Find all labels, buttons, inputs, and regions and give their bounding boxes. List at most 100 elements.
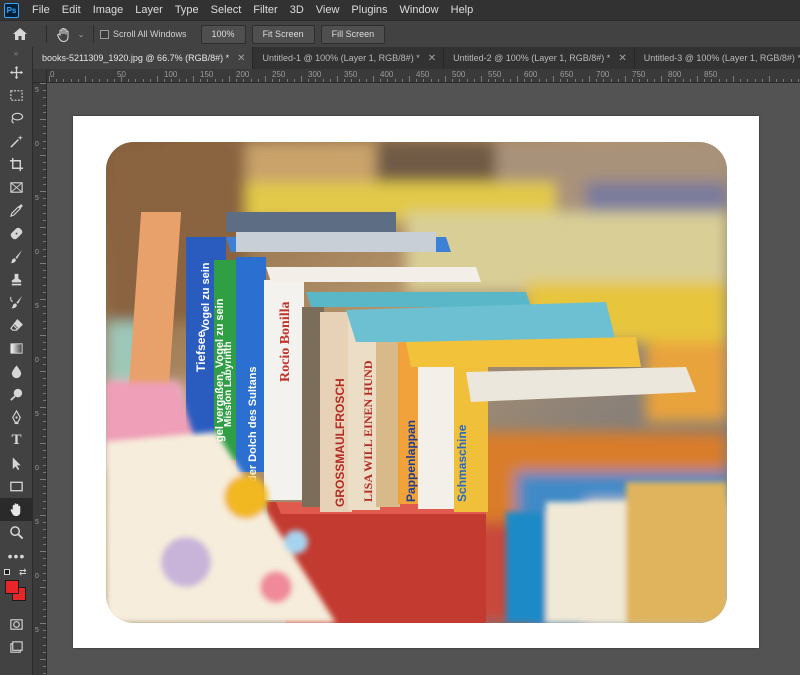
menu-image[interactable]: Image [87,0,130,20]
dodge-icon[interactable] [0,383,33,406]
ruler-tick [40,623,46,624]
brush-icon[interactable] [0,245,33,268]
ruler-tick [315,79,317,82]
ruler-label: 550 [488,70,502,79]
frame-icon[interactable] [0,176,33,199]
ruler-tick [365,79,367,82]
menu-view[interactable]: View [310,0,346,20]
marquee-icon[interactable] [0,84,33,107]
menu-type[interactable]: Type [169,0,205,20]
horizontal-ruler[interactable]: 0 50 100 150 200 250 300 350 400 450 500… [47,69,800,83]
clone-stamp-icon[interactable] [0,268,33,291]
ruler-tick [373,76,374,82]
menu-3d[interactable]: 3D [284,0,310,20]
ruler-tick [43,630,46,632]
foreground-color-swatch[interactable] [5,580,19,594]
ruler-label: 0 [35,465,39,472]
hand-icon[interactable] [0,498,33,521]
ruler-tick [185,79,187,82]
menu-edit[interactable]: Edit [56,0,87,20]
ruler-tick [740,79,742,82]
ruler-tick [40,659,46,660]
spine-text: Vogel zu sein [200,262,212,332]
menu-help[interactable]: Help [445,0,480,20]
ruler-tick [43,435,46,437]
type-icon[interactable]: T [0,429,33,452]
path-selection-icon[interactable] [0,452,33,475]
gradient-icon[interactable] [0,337,33,360]
vertical-ruler[interactable]: 5 0 5 0 5 0 5 0 5 0 5 [33,83,47,675]
ruler-tick [43,579,46,581]
home-icon[interactable] [0,27,40,41]
menu-layer[interactable]: Layer [129,0,169,20]
ruler-tick [769,76,770,82]
photoshop-logo[interactable]: Ps [4,2,19,18]
tab-books[interactable]: books-5211309_1920.jpg @ 66.7% (RGB/8#) … [33,47,254,69]
menu-select[interactable]: Select [205,0,248,20]
ruler-label: 0 [50,70,55,79]
default-colors-icon[interactable] [4,569,10,575]
ruler-tick [581,79,583,82]
ruler-tick [401,79,403,82]
zoom-100-button[interactable]: 100% [200,24,246,44]
ruler-tick [380,79,382,82]
more-tools-icon[interactable]: ••• [0,544,33,567]
separator [93,25,94,43]
fit-screen-button[interactable]: Fit Screen [251,24,315,44]
ruler-tick [351,79,353,82]
menu-plugins[interactable]: Plugins [345,0,393,20]
panel-grip[interactable]: » [0,47,32,61]
ruler-tick [63,79,65,82]
magic-wand-icon[interactable] [0,130,33,153]
history-brush-icon[interactable] [0,291,33,314]
ruler-tick [545,79,547,82]
ruler-tick [538,79,540,82]
hand-icon[interactable] [53,27,75,42]
ruler-tick [617,79,619,82]
eraser-icon[interactable] [0,314,33,337]
tab-untitled-1[interactable]: Untitled-1 @ 100% (Layer 1, RGB/8#) * ✕ [253,47,445,69]
close-icon[interactable]: ✕ [237,53,245,64]
quick-mask-icon[interactable] [0,613,33,636]
chevron-down-icon[interactable]: ⌄ [75,30,87,39]
screen-mode-icon[interactable] [0,636,33,659]
pen-icon[interactable] [0,406,33,429]
close-icon[interactable]: ✕ [428,53,436,64]
ruler-tick [43,327,46,329]
fill-screen-button[interactable]: Fill Screen [320,24,386,44]
ruler-tick [40,263,46,264]
tab-untitled-2[interactable]: Untitled-2 @ 100% (Layer 1, RGB/8#) * ✕ [444,47,635,69]
ruler-label: 5 [35,627,39,634]
close-icon[interactable]: ✕ [618,53,626,64]
ruler-tick [560,79,562,82]
menu-filter[interactable]: Filter [247,0,283,20]
ruler-tick [214,79,216,82]
blur-icon[interactable] [0,360,33,383]
ruler-tick [43,414,46,416]
ruler-tick [40,551,46,552]
zoom-icon[interactable] [0,521,33,544]
tab-untitled-3[interactable]: Untitled-3 @ 100% (Layer 1, RGB/8#) * ✕ [635,47,800,69]
document-canvas[interactable]: Tiefsee Vogel zu sein gel vergaßen, Voge… [73,116,759,648]
tab-label: Untitled-1 @ 100% (Layer 1, RGB/8#) * [262,53,420,63]
ruler-label: 400 [380,70,394,79]
healing-brush-icon[interactable] [0,222,33,245]
ruler-label: 100 [164,70,178,79]
eyedropper-icon[interactable] [0,199,33,222]
menu-file[interactable]: File [26,0,56,20]
move-icon[interactable] [0,61,33,84]
lasso-icon[interactable] [0,107,33,130]
ruler-tick [40,443,46,444]
menu-window[interactable]: Window [394,0,445,20]
ruler-tick [40,587,46,588]
ruler-corner[interactable] [33,69,47,83]
ruler-label: 0 [35,573,39,580]
ruler-tick [43,306,46,308]
scroll-all-checkbox[interactable] [100,29,109,39]
spine-text: Rocio Bonilla [278,301,293,382]
ruler-label: 850 [704,70,718,79]
rectangle-icon[interactable] [0,475,33,498]
ruler-tick [43,522,46,524]
crop-icon[interactable] [0,153,33,176]
swap-colors-icon[interactable]: ⇄ [19,567,27,578]
